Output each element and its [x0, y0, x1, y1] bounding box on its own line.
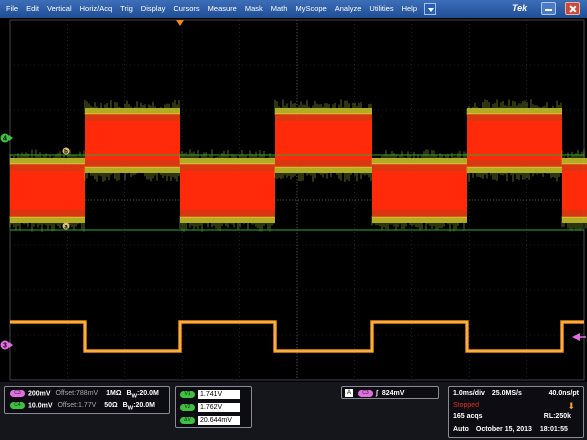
minimize-button[interactable] [541, 2, 556, 15]
markers: 4 3 b a [0, 20, 586, 350]
ch3-ground-marker: 3 [0, 340, 13, 350]
v1-value: 1.741V [198, 390, 240, 399]
ch3-chip: C3 [10, 390, 25, 397]
record-length: RL:250k [543, 413, 571, 420]
menu-vertical[interactable]: Vertical [43, 0, 76, 18]
ch4-impedance: 50Ω [104, 402, 118, 410]
menu-file[interactable]: File [2, 0, 22, 18]
readout-panel: C3 200mV Offset:788mV 1MΩ BW:20.0M C4 10.0… [0, 382, 587, 440]
v2-value: 1.762V [198, 403, 240, 412]
sample-rate: 25.0MS/s [491, 390, 522, 397]
menu-dropdown-button[interactable] [424, 3, 437, 15]
cursor-delta-row: ΔV 20.644mV [180, 416, 240, 425]
trigger-position-marker [176, 20, 184, 26]
menu-horiz-acq[interactable]: Horiz/Acq [76, 0, 117, 18]
menu-edit[interactable]: Edit [22, 0, 43, 18]
cursor-a-marker: a [62, 222, 70, 230]
menu-myscope[interactable]: MyScope [291, 0, 330, 18]
ch3-ground-marker-arrow [9, 342, 13, 348]
trigger-a-label: A [345, 389, 353, 397]
rising-edge-icon: ∫ [375, 389, 378, 397]
ch4-chip: C4 [10, 402, 25, 409]
trigger-level: 824mV [381, 389, 405, 397]
ch3-impedance: 1MΩ [106, 390, 122, 398]
ch4-noise-core [85, 121, 180, 160]
ch4-noise-core [275, 121, 372, 160]
ch4-scale: 10.0mV [28, 402, 53, 410]
ch4-noise-core [180, 171, 275, 210]
horizontal-panel[interactable]: 1.0ms/div 25.0MS/s 40.0ns/pt Stopped ⬇ 1… [448, 386, 584, 438]
ch4-noise-core [562, 171, 587, 210]
ch4-noise-core [372, 171, 467, 210]
ch4-ground-marker-arrow [9, 135, 13, 141]
trigger-panel[interactable]: A C3 ∫ 824mV [341, 386, 439, 399]
trigger-source-chip: C3 [357, 389, 373, 397]
menu-bar: File Edit Vertical Horiz/Acq Trig Display Curs… [0, 0, 587, 18]
menu-help[interactable]: Help [398, 0, 421, 18]
ch3-ground-marker-label: 3 [3, 343, 7, 350]
ch4-bw: :20.0M [133, 402, 155, 410]
ch4-noise-core [467, 121, 562, 160]
tek-logo: Tek [512, 3, 528, 13]
menu-trig[interactable]: Trig [116, 0, 137, 18]
trigger-level-arrow [572, 333, 580, 341]
ch3-scale: 200mV [28, 390, 51, 398]
trigger-mode: Auto [453, 426, 469, 433]
time: 18:01:55 [539, 426, 568, 433]
menu-cursors[interactable]: Cursors [169, 0, 203, 18]
ch4-noise-core [10, 171, 85, 210]
menu-measure[interactable]: Measure [204, 0, 241, 18]
resolution: 40.0ns/pt [548, 390, 579, 397]
v2-chip: V2 [180, 404, 195, 411]
delta-chip: ΔV [180, 417, 195, 424]
acq-count: 165 acqs [453, 413, 483, 420]
channel-settings-panel[interactable]: C3 200mV Offset:788mV 1MΩ BW:20.0M C4 10.0… [4, 386, 170, 414]
ch4-noise-bottom-fringe [275, 167, 372, 173]
ch4-offset: Offset:1.77V [57, 402, 97, 410]
menu-analyze[interactable]: Analyze [331, 0, 366, 18]
ch4-ground-marker: 4 [0, 133, 13, 143]
v1-chip: V1 [180, 391, 195, 398]
ch3-settings-row[interactable]: C3 200mV Offset:788mV 1MΩ BW:20.0M [10, 390, 159, 400]
cursor-v2-row: V2 1.762V [180, 403, 240, 412]
close-button[interactable] [565, 2, 580, 15]
menu-mask[interactable]: Mask [241, 0, 267, 18]
time-per-div: 1.0ms/div [453, 390, 485, 397]
cursor-v1-row: V1 1.741V [180, 390, 240, 399]
ch3-bw: :20.0M [137, 390, 159, 398]
cursor-b-marker-label: b [64, 149, 68, 155]
delta-value: 20.644mV [198, 416, 240, 425]
cursor-readout-panel[interactable]: V1 1.741V V2 1.762V ΔV 20.644mV [175, 386, 252, 428]
cursor-b-marker: b [62, 147, 70, 155]
menu-display[interactable]: Display [137, 0, 170, 18]
download-arrow-icon: ⬇ [567, 401, 575, 411]
menu-math[interactable]: Math [267, 0, 292, 18]
date: October 15, 2013 [475, 426, 532, 433]
menu-utilities[interactable]: Utilities [365, 0, 397, 18]
acq-state: Stopped [453, 402, 480, 409]
ch4-settings-row[interactable]: C4 10.0mV Offset:1.77V 50Ω BW:20.0M [10, 402, 155, 412]
waveform-traces [9, 99, 587, 353]
ch4-ground-marker-label: 4 [3, 136, 7, 143]
ch3-offset: Offset:788mV [55, 390, 99, 398]
graticule [9, 19, 585, 381]
waveform-display[interactable]: 4 3 b a [0, 18, 587, 382]
ch4-noise-top-fringe [275, 108, 372, 114]
